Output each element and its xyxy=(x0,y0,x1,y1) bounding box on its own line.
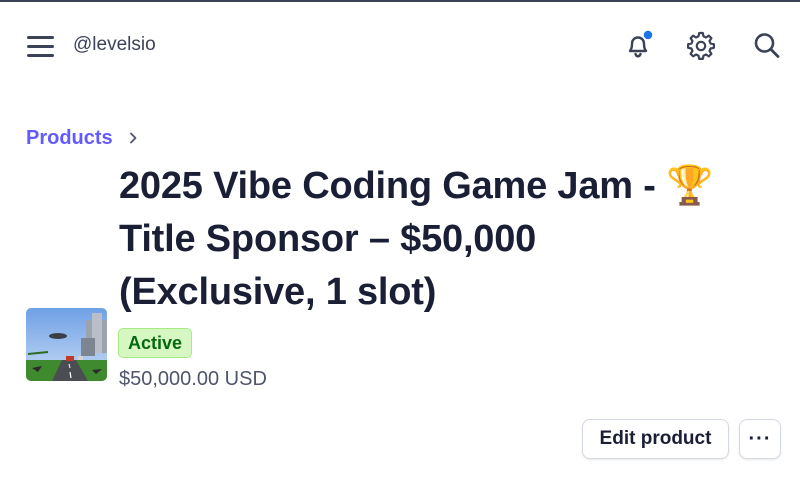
status-badge: Active xyxy=(118,328,193,358)
product-price: $50,000.00 USD xyxy=(119,368,267,390)
chevron-right-icon xyxy=(126,131,140,145)
search-icon[interactable] xyxy=(751,29,783,61)
breadcrumb: Products xyxy=(26,127,113,150)
breadcrumb-products-link[interactable]: Products xyxy=(26,127,113,149)
title-line-2: Title Sponsor – $50,000 xyxy=(119,218,537,260)
hamburger-menu-icon[interactable] xyxy=(27,34,55,58)
product-thumbnail xyxy=(26,308,107,381)
top-border xyxy=(0,0,800,2)
title-line-1: 2025 Vibe Coding Game Jam - 🏆 xyxy=(119,165,714,207)
bell-icon[interactable] xyxy=(622,29,654,61)
more-actions-button[interactable]: ··· xyxy=(739,419,781,459)
page-title: 2025 Vibe Coding Game Jam - 🏆 Title Spon… xyxy=(119,160,779,319)
account-name[interactable]: @levelsio xyxy=(73,34,156,56)
title-line-3: (Exclusive, 1 slot) xyxy=(119,271,437,313)
notification-dot xyxy=(642,29,654,41)
edit-product-button[interactable]: Edit product xyxy=(582,419,729,459)
gear-icon[interactable] xyxy=(685,29,717,61)
